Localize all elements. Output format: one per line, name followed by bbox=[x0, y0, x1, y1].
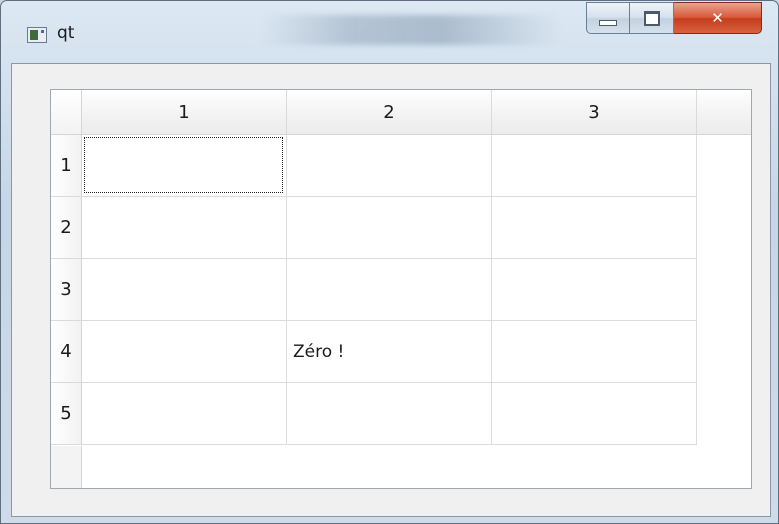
table-cell[interactable] bbox=[287, 197, 492, 259]
client-area: 1 2 3 1 2 3 4 Zéro ! 5 bbox=[11, 63, 771, 517]
row-header-5[interactable]: 5 bbox=[51, 383, 82, 445]
table-cell[interactable] bbox=[82, 321, 287, 383]
table-cell[interactable] bbox=[82, 135, 287, 197]
table-cell[interactable] bbox=[82, 383, 287, 445]
table-cell[interactable] bbox=[287, 383, 492, 445]
table-cell[interactable] bbox=[492, 259, 697, 321]
close-icon: ✕ bbox=[711, 9, 724, 27]
table-cell[interactable] bbox=[492, 135, 697, 197]
maximize-button[interactable] bbox=[630, 2, 674, 34]
table-cell[interactable] bbox=[82, 259, 287, 321]
row-header-3[interactable]: 3 bbox=[51, 259, 82, 321]
table-cell[interactable] bbox=[492, 197, 697, 259]
table-cell[interactable]: Zéro ! bbox=[287, 321, 492, 383]
app-window: qt ✕ 1 2 3 1 2 3 4 Zéro ! 5 bbox=[0, 0, 779, 524]
table-corner-button[interactable] bbox=[51, 90, 82, 135]
title-bar[interactable]: qt ✕ bbox=[1, 1, 778, 61]
maximize-icon bbox=[643, 10, 660, 26]
table-cell[interactable] bbox=[287, 135, 492, 197]
table-widget[interactable]: 1 2 3 1 2 3 4 Zéro ! 5 bbox=[50, 89, 752, 489]
window-title: qt bbox=[57, 23, 75, 43]
row-header-2[interactable]: 2 bbox=[51, 197, 82, 259]
caption-buttons: ✕ bbox=[586, 2, 775, 36]
minimize-button[interactable] bbox=[586, 2, 630, 34]
header-filler bbox=[696, 90, 751, 135]
close-button[interactable]: ✕ bbox=[674, 2, 762, 34]
column-header-2[interactable]: 2 bbox=[287, 90, 492, 135]
row-header-1[interactable]: 1 bbox=[51, 135, 82, 197]
qt-window-icon[interactable] bbox=[27, 27, 47, 43]
table-cell[interactable] bbox=[287, 259, 492, 321]
title-bar-reflection bbox=[261, 15, 561, 45]
table-cell[interactable] bbox=[492, 383, 697, 445]
table-cell[interactable] bbox=[492, 321, 697, 383]
table-cell[interactable] bbox=[82, 197, 287, 259]
row-header-4[interactable]: 4 bbox=[51, 321, 82, 383]
minimize-icon bbox=[599, 20, 617, 26]
row-header-filler bbox=[51, 446, 82, 488]
column-header-1[interactable]: 1 bbox=[82, 90, 287, 135]
column-header-3[interactable]: 3 bbox=[492, 90, 697, 135]
